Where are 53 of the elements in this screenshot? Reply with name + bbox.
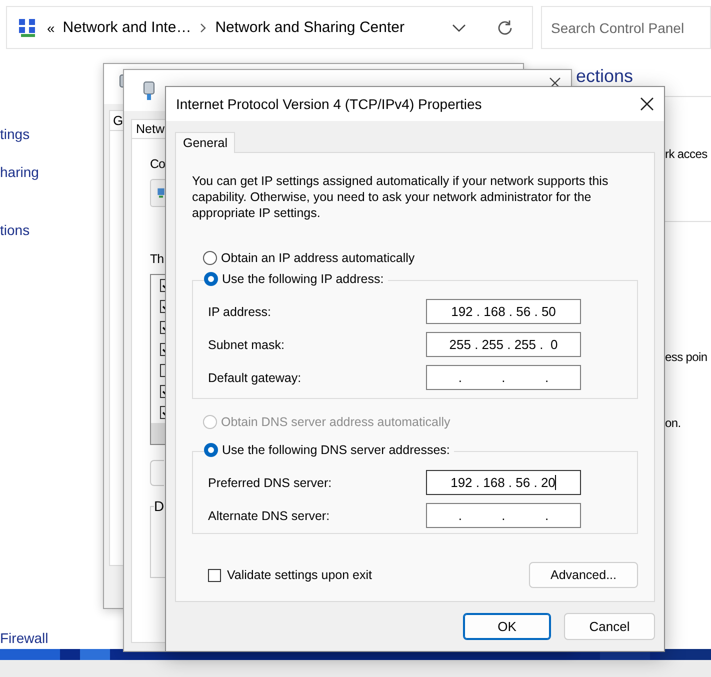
breadcrumb-item[interactable]: Network and Sharing Center [215, 19, 404, 36]
group-label: D [154, 498, 166, 514]
nav-link[interactable]: tings [0, 126, 48, 142]
checkbox[interactable] [160, 364, 165, 377]
nav-link[interactable]: tions [0, 222, 48, 238]
checkbox[interactable] [208, 568, 221, 582]
field-label: Default gateway: [208, 370, 302, 384]
dialog-button[interactable]: Cancel [564, 613, 655, 640]
section-label: Co [150, 157, 165, 171]
checkbox[interactable] [160, 384, 165, 398]
radio-button[interactable]: Use the following IP address: [204, 272, 384, 286]
search-field[interactable]: Search Control Panel [541, 6, 711, 49]
nav-link[interactable]: Firewall [0, 630, 48, 646]
network-adapter-icon [142, 80, 156, 100]
chevron-right-icon [199, 22, 208, 32]
field-label: Subnet mask: [208, 338, 286, 352]
refresh-icon[interactable] [496, 18, 514, 36]
field-label: IP address: [208, 304, 272, 318]
ip-input-field[interactable]: . . . [426, 365, 581, 390]
ip-input-field[interactable]: . . . [426, 503, 581, 528]
section-heading: ections [575, 66, 634, 88]
dialog-title: Internet Protocol Version 4 (TCP/IPv4) Properties [176, 96, 482, 112]
list-footer [151, 423, 165, 444]
nav-link[interactable]: haring [0, 164, 48, 180]
body-text: rk acces [664, 147, 708, 161]
ip-input-field[interactable]: 255 . 255 . 255 . 0 [426, 332, 581, 357]
radio-button[interactable]: Use the following DNS server addresses: [204, 443, 450, 457]
checkbox[interactable] [160, 300, 165, 314]
ip-input-field[interactable]: 192 . 168 . 56 . 50 [426, 299, 581, 324]
field-label: Preferred DNS server: [208, 476, 333, 490]
address-bar[interactable]: « Network and Inte… Network and Sharing Center [6, 6, 533, 49]
tab[interactable]: General [175, 132, 236, 153]
radio-button[interactable]: Obtain an IP address automatically [203, 251, 415, 265]
close-icon[interactable] [640, 97, 654, 111]
text-caret [555, 475, 556, 490]
checkbox[interactable] [160, 406, 165, 420]
close-icon[interactable] [549, 77, 561, 89]
checkbox[interactable] [160, 279, 165, 292]
ip-input-field[interactable]: 192 . 168 . 56 . 20 [426, 470, 581, 495]
field-label: Alternate DNS server: [208, 508, 331, 522]
advanced-button[interactable]: Advanced... [529, 562, 638, 588]
chevron-down-icon[interactable] [452, 24, 466, 32]
checkbox[interactable] [160, 342, 165, 356]
dialog-button[interactable]: OK [463, 613, 551, 640]
tab[interactable]: G [109, 110, 124, 130]
list-label: Th [150, 252, 164, 266]
overflow-glyph[interactable]: « [47, 20, 55, 36]
description-text: You can get IP settings assigned automatically if your network supports this capability. Otherwise, you need to ask your network administrator for the appropriate IP settings. [192, 173, 610, 221]
breadcrumb-item[interactable]: Network and Inte… [62, 19, 192, 36]
body-text: on. [664, 416, 682, 430]
checkbox-label: Validate settings upon exit [227, 568, 372, 582]
body-text: ess poin [664, 350, 708, 364]
checkbox[interactable] [160, 321, 165, 334]
